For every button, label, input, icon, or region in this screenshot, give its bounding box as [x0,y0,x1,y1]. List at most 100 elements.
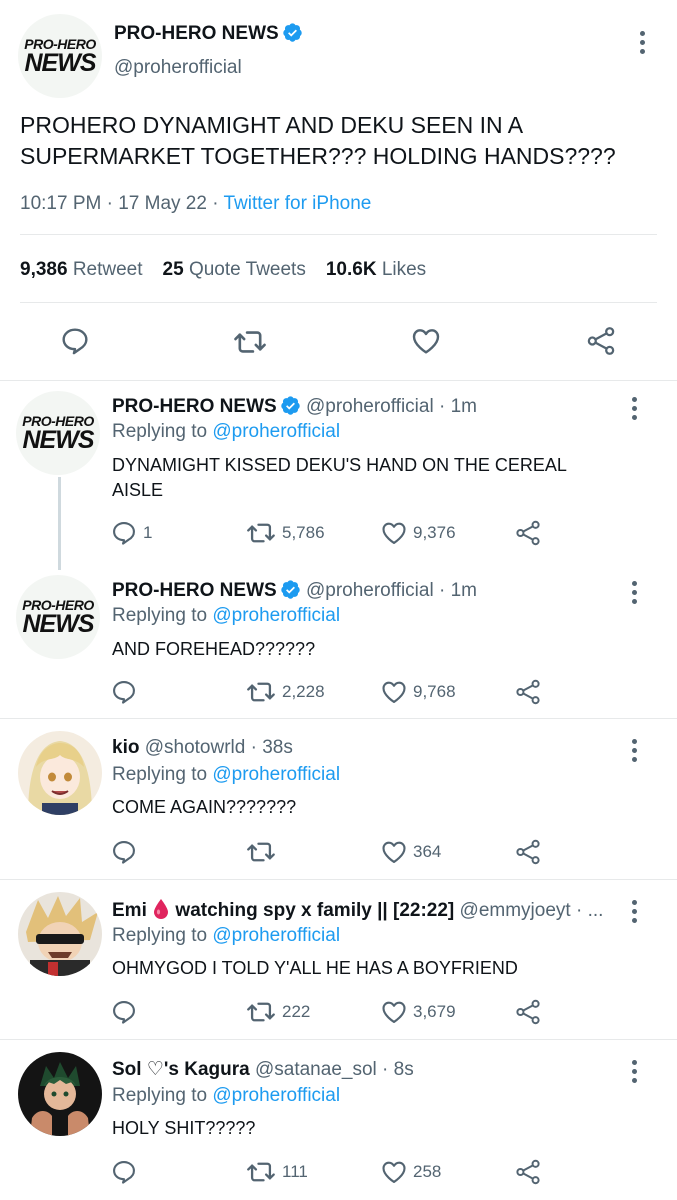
share-action[interactable] [514,998,547,1026]
reply-header[interactable]: Sol ♡'s Kagura @satanae_sol · 8s [112,1058,414,1081]
reply-header[interactable]: kio @shotowrld · 38s [112,737,293,759]
retweet-action[interactable]: 2,228 [245,678,325,706]
reply-count: 1 [143,523,153,542]
share-icon [516,999,540,1025]
reply-author-handle[interactable]: @proherofficial [306,396,434,417]
replying-mention[interactable]: @proherofficial [212,421,340,442]
reply-author-handle[interactable]: @emmyjoeyt [460,900,571,921]
retweet-count: 111 [282,1162,308,1181]
verified-badge-icon [282,23,302,42]
share-action[interactable] [514,838,547,866]
replying-prefix: Replying to [112,764,208,785]
author-avatar[interactable]: PRO-HERO NEWS [18,14,102,98]
like-count: 9,376 [413,523,456,542]
tweet-meta: 10:17 PM · 17 May 22 · Twitter for iPhon… [20,193,372,214]
thread-line [58,477,61,570]
reply-action[interactable] [110,998,143,1026]
retweet-action[interactable]: 222 [245,998,310,1026]
avatar[interactable]: PRO-HERO NEWS [16,391,100,475]
like-action[interactable]: 364 [380,838,441,866]
share-action[interactable] [514,678,547,706]
reply-bubble-icon [113,1161,135,1184]
replying-mention[interactable]: @proherofficial [212,605,340,626]
reply-time: 38s [262,737,293,758]
more-vertical-icon[interactable] [630,581,638,608]
retweet-action[interactable]: 111 [245,1158,308,1186]
retweet-action[interactable]: 5,786 [245,519,325,547]
reply-author-handle[interactable]: @shotowrld [145,737,246,758]
reply-action[interactable]: 1 [110,519,152,547]
likes-label: Likes [381,259,427,280]
more-vertical-icon[interactable] [630,739,638,766]
replying-mention[interactable]: @proherofficial [212,764,340,785]
reply-author-name[interactable]: PRO-HERO NEWS [112,396,277,417]
logo-line2: NEWS [22,426,95,454]
reply-author-name[interactable]: Sol ♡'s Kagura [112,1059,250,1080]
reply-author-handle[interactable]: @proherofficial [306,580,434,601]
reply-action[interactable] [110,678,143,706]
reply-tweet[interactable]: PRO-HERO NEWS PRO-HERO NEWS @proheroffic… [0,565,677,718]
heart-icon [382,681,406,703]
reply-actions: 222 3,679 [110,998,550,1028]
retweet-icon [247,1162,275,1182]
reply-bubble-icon [113,1001,135,1024]
retweet-count: 2,228 [282,682,325,701]
avatar[interactable] [18,892,102,976]
heart-icon[interactable] [410,325,442,357]
avatar[interactable] [18,1052,102,1136]
avatar[interactable]: PRO-HERO NEWS [16,575,100,659]
reply-author-name[interactable]: kio [112,737,139,758]
more-vertical-icon[interactable] [638,31,646,58]
replying-mention[interactable]: @proherofficial [212,925,340,946]
divider [20,302,657,303]
blood-drop-icon [154,899,169,919]
like-action[interactable]: 9,768 [380,678,456,706]
likes-stat[interactable]: 10.6K Likes [326,259,426,280]
retweet-action[interactable] [245,838,282,866]
reply-author-name[interactable]: Emi [112,900,147,921]
reply-time: 1m [450,580,477,601]
verified-badge-icon [280,580,300,599]
reply-action[interactable] [110,1158,143,1186]
reply-author-handle[interactable]: @satanae_sol [255,1059,377,1080]
reply-action[interactable] [110,838,143,866]
more-vertical-icon[interactable] [630,1060,638,1087]
retweets-label: Retweet [72,259,143,280]
reply-tweet[interactable]: PRO-HERO NEWS PRO-HERO NEWS @proheroffic… [0,381,677,570]
reply-text: OHMYGOD I TOLD Y'ALL HE HAS A BOYFRIEND [112,958,518,978]
share-icon[interactable] [584,325,618,357]
reply-bubble-icon [113,681,135,704]
replying-mention[interactable]: @proherofficial [212,1085,340,1106]
replying-to: Replying to @proherofficial [112,925,340,947]
quotes-stat[interactable]: 25 Quote Tweets [163,259,306,280]
author-name-row[interactable]: PRO-HERO NEWS [114,22,303,45]
author-name[interactable]: PRO-HERO NEWS [114,23,279,44]
reply-header[interactable]: Emi watching spy x family || [22:22] @em… [112,898,612,922]
reply-tweet[interactable]: kio @shotowrld · 38s Replying to @proher… [0,719,677,879]
replying-prefix: Replying to [112,1085,208,1106]
author-handle[interactable]: @proherofficial [114,57,242,79]
more-vertical-icon[interactable] [630,397,638,424]
more-vertical-icon[interactable] [630,900,638,927]
like-action[interactable]: 258 [380,1158,441,1186]
tweet-source-link[interactable]: Twitter for iPhone [224,193,372,214]
retweet-icon [247,523,275,543]
reply-tweet[interactable]: Emi watching spy x family || [22:22] @em… [0,880,677,1040]
reply-author-name[interactable]: PRO-HERO NEWS [112,580,277,601]
share-action[interactable] [514,519,547,547]
tweet-date: 17 May 22 [118,193,207,214]
like-action[interactable]: 3,679 [380,998,456,1026]
share-icon [516,1159,540,1185]
heart-icon [382,522,406,544]
reply-header[interactable]: PRO-HERO NEWS @proherofficial · 1m [112,395,477,418]
retweet-icon[interactable] [232,326,268,358]
reply-text: HOLY SHIT????? [112,1118,256,1138]
share-action[interactable] [514,1158,547,1186]
reply-author-name-suffix[interactable]: watching spy x family || [22:22] [175,900,454,921]
reply-header[interactable]: PRO-HERO NEWS @proherofficial · 1m [112,579,477,602]
like-action[interactable]: 9,376 [380,519,456,547]
avatar[interactable] [18,731,102,815]
reply-bubble-icon[interactable] [59,325,91,357]
reply-tweet[interactable]: Sol ♡'s Kagura @satanae_sol · 8s Replyin… [0,1040,677,1200]
retweets-stat[interactable]: 9,386 Retweet [20,259,143,280]
